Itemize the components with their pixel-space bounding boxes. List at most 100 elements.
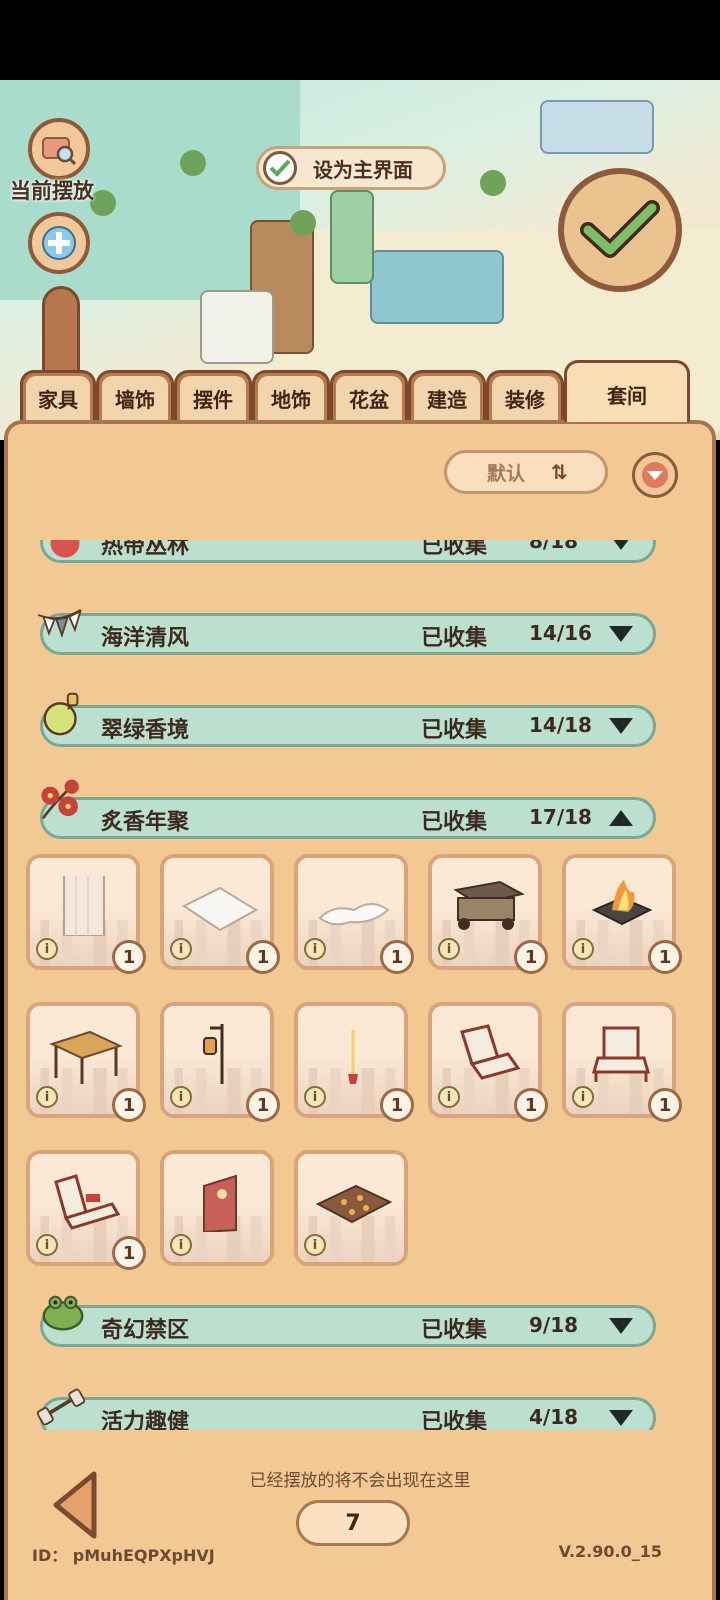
kitchen-counter [370, 250, 504, 324]
lantern-pole-icon [203, 1024, 224, 1084]
camp-chair-icon [592, 1026, 650, 1082]
quantity-badge: 1 [112, 1088, 146, 1122]
tab-suites[interactable]: 套间 [564, 360, 690, 422]
perfume-bottle-icon [43, 692, 79, 736]
dumbbell-icon [36, 1388, 86, 1426]
tab-wall-decor[interactable]: 墙饰 [96, 370, 174, 420]
category-count: 17/18 [529, 805, 592, 829]
category-count: 8/18 [529, 540, 579, 553]
category-status: 已收集 [421, 1318, 488, 1343]
tab-renovation[interactable]: 装修 [486, 370, 564, 420]
category-name: 海洋清风 [101, 626, 190, 651]
snow-rug-icon [182, 886, 258, 932]
chevron-down-icon [609, 718, 633, 734]
quantity-badge: 1 [246, 940, 280, 974]
item-card[interactable]: i [160, 1150, 274, 1266]
wooden-table-icon [49, 1030, 123, 1084]
item-card[interactable]: i [294, 1150, 408, 1266]
bunting-flag-icon [37, 606, 85, 639]
add-button[interactable] [28, 212, 90, 274]
category-status: 已收集 [421, 1410, 488, 1430]
info-icon[interactable]: i [170, 1234, 192, 1256]
quantity-badge: 1 [246, 1088, 280, 1122]
sort-button[interactable]: 默认 ⇅ [444, 450, 608, 494]
category-name: 奇幻禁区 [101, 1318, 190, 1343]
leaf-rug-icon [315, 1184, 392, 1224]
lounge-chair-icon [54, 1174, 121, 1230]
dropdown-button[interactable] [632, 452, 678, 498]
sink-cabinet [200, 290, 274, 364]
wooden-door-icon [63, 876, 105, 936]
fridge [330, 190, 374, 284]
page-number: 7 [296, 1500, 410, 1546]
category-row[interactable]: 奇幻禁区 已收集 9/18 [40, 1305, 656, 1347]
category-name: 炙香年聚 [101, 810, 190, 835]
chevron-down-icon [609, 540, 633, 550]
chevron-down-icon [609, 1318, 633, 1334]
category-status: 已收集 [421, 626, 488, 651]
category-row[interactable]: 翠绿香境 已收集 14/18 [40, 705, 656, 747]
plant-decor [480, 170, 506, 196]
info-icon[interactable]: i [438, 938, 460, 960]
snow-patch-icon [318, 903, 390, 926]
info-icon[interactable]: i [36, 1234, 58, 1256]
info-icon[interactable]: i [304, 1086, 326, 1108]
info-icon[interactable]: i [170, 1086, 192, 1108]
frog-icon [42, 1295, 84, 1331]
info-icon[interactable]: i [438, 1086, 460, 1108]
category-row[interactable]: 海洋清风 已收集 14/16 [40, 613, 656, 655]
info-icon[interactable]: i [304, 1234, 326, 1256]
info-icon[interactable]: i [572, 938, 594, 960]
category-row[interactable]: 热带丛林 已收集 8/18 [40, 540, 656, 563]
quantity-badge: 1 [112, 940, 146, 974]
plus-icon [42, 226, 76, 260]
category-name: 热带丛林 [101, 540, 190, 559]
tab-planters[interactable]: 花盆 [330, 370, 408, 420]
magnifier-icon [42, 137, 77, 166]
category-row[interactable]: 炙香年聚 已收集 17/18 [40, 797, 656, 839]
plum-blossom-icon [40, 779, 79, 822]
tab-ornaments[interactable]: 摆件 [174, 370, 252, 420]
category-count: 14/16 [529, 621, 592, 645]
fire-pit-icon [591, 880, 653, 926]
quantity-badge: 1 [514, 1088, 548, 1122]
info-icon[interactable]: i [36, 938, 58, 960]
camp-wagon-icon [453, 880, 525, 930]
flower-icon [40, 540, 90, 568]
quantity-badge: 1 [514, 940, 548, 974]
confirm-button[interactable] [558, 168, 682, 292]
chevron-down-icon [642, 462, 668, 488]
tab-furniture[interactable]: 家具 [20, 370, 96, 420]
version-label: V.2.90.0_15 [558, 1542, 662, 1561]
checkmark-icon [580, 200, 660, 258]
current-placement-label: 当前摆放 [10, 179, 94, 203]
sort-arrows-icon: ⇅ [551, 460, 568, 484]
set-main-screen-label: 设为主界面 [313, 157, 413, 182]
chevron-down-icon [609, 626, 633, 642]
check-icon [263, 151, 297, 185]
player-id: ID： pMuhEQPXpHVJ [32, 1546, 215, 1565]
current-placement-button[interactable] [28, 118, 90, 180]
quantity-badge: 1 [380, 940, 414, 974]
tab-floor-decor[interactable]: 地饰 [252, 370, 330, 420]
plant-decor [290, 210, 316, 236]
category-row[interactable]: 活力趣健 已收集 4/18 [40, 1397, 656, 1430]
quantity-badge: 1 [112, 1236, 146, 1270]
info-icon[interactable]: i [304, 938, 326, 960]
info-icon[interactable]: i [170, 938, 192, 960]
category-tabs: 家具 墙饰 摆件 地饰 花盆 建造 装修 套间 [0, 360, 720, 422]
placement-hint: 已经摆放的将不会出现在这里 [249, 1471, 471, 1491]
sort-label: 默认 [487, 462, 526, 485]
info-icon[interactable]: i [572, 1086, 594, 1108]
set-main-screen-toggle[interactable]: 设为主界面 [256, 146, 446, 190]
quantity-badge: 1 [648, 940, 682, 974]
category-count: 9/18 [529, 1313, 579, 1337]
back-arrow-icon[interactable] [50, 1470, 100, 1540]
category-name: 活力趣健 [101, 1410, 190, 1430]
info-icon[interactable]: i [36, 1086, 58, 1108]
tab-build[interactable]: 建造 [408, 370, 486, 420]
quantity-badge: 1 [380, 1088, 414, 1122]
bed [540, 100, 654, 154]
category-status: 已收集 [421, 810, 488, 835]
sparkler-icon [348, 1030, 358, 1084]
